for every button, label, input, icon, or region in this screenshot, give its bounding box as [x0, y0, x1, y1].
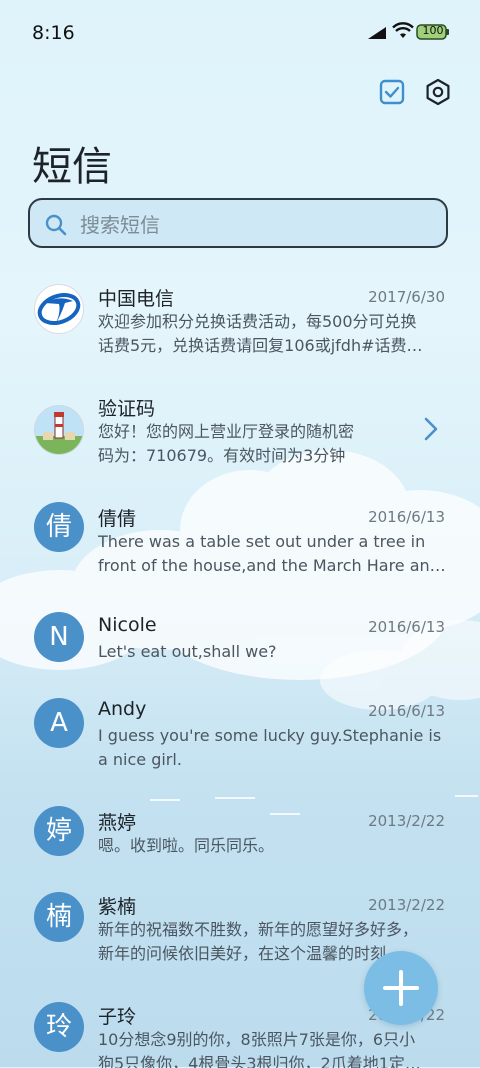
- battery-icon: 100: [416, 22, 450, 42]
- message-date: 2016/6/13: [368, 618, 445, 636]
- contact-avatar: N: [34, 612, 84, 662]
- contact-avatar: 楠: [34, 892, 84, 942]
- message-preview: 欢迎参加积分兑换话费活动，每500分可兑换 话费5元，兑换话费请回复106或jf…: [98, 312, 423, 355]
- message-preview: There was a table set out under a tree i…: [98, 532, 446, 575]
- search-input[interactable]: [78, 210, 432, 240]
- lighthouse-avatar-icon: [34, 405, 84, 455]
- status-time: 8:16: [32, 22, 75, 44]
- message-preview: 您好！您的网上营业厅登录的随机密 码为：710679。有效时间为3分钟: [98, 422, 355, 465]
- contact-name: 倩倩: [98, 508, 137, 530]
- message-date: 2016/6/13: [368, 508, 445, 526]
- message-date: 2017/6/30: [368, 288, 445, 306]
- message-preview: 嗯。收到啦。同乐同乐。: [98, 836, 275, 855]
- status-bar: 8:16 100: [0, 0, 480, 66]
- settings-icon[interactable]: [424, 78, 452, 106]
- message-preview: I guess you're some lucky guy.Stephanie …: [98, 726, 442, 769]
- chevron-right-icon[interactable]: [420, 416, 442, 442]
- plus-icon: [383, 970, 419, 1006]
- contact-avatar: 倩: [34, 502, 84, 552]
- search-icon: [45, 214, 67, 236]
- china-telecom-logo-icon: [34, 284, 84, 334]
- contact-name: 紫楠: [98, 896, 137, 918]
- contact-name: Andy: [98, 698, 147, 720]
- contact-name: 验证码: [98, 398, 156, 420]
- new-message-button[interactable]: [364, 951, 438, 1025]
- message-date: 2013/2/22: [368, 896, 445, 914]
- message-preview: 10分想念9别的你，8张照片7张是你，6只小 狗5只像你，4根骨头3根归你，2爪…: [98, 1030, 421, 1068]
- contact-name: Nicole: [98, 614, 157, 636]
- message-date: 2013/2/22: [368, 812, 445, 830]
- multi-select-icon[interactable]: [378, 78, 406, 106]
- wifi-icon: [392, 22, 414, 38]
- page-title: 短信: [32, 144, 112, 190]
- contact-name: 中国电信: [98, 288, 175, 310]
- message-preview: Let's eat out,shall we?: [98, 642, 277, 661]
- battery-level: 100: [422, 24, 444, 37]
- contact-name: 燕婷: [98, 812, 137, 834]
- signal-icon: [368, 27, 386, 39]
- search-bar[interactable]: [28, 198, 448, 248]
- message-date: 2016/6/13: [368, 702, 445, 720]
- contact-avatar: A: [34, 698, 84, 748]
- contact-avatar: 玲: [34, 1002, 84, 1052]
- contact-name: 子玲: [98, 1006, 137, 1028]
- contact-avatar: 婷: [34, 806, 84, 856]
